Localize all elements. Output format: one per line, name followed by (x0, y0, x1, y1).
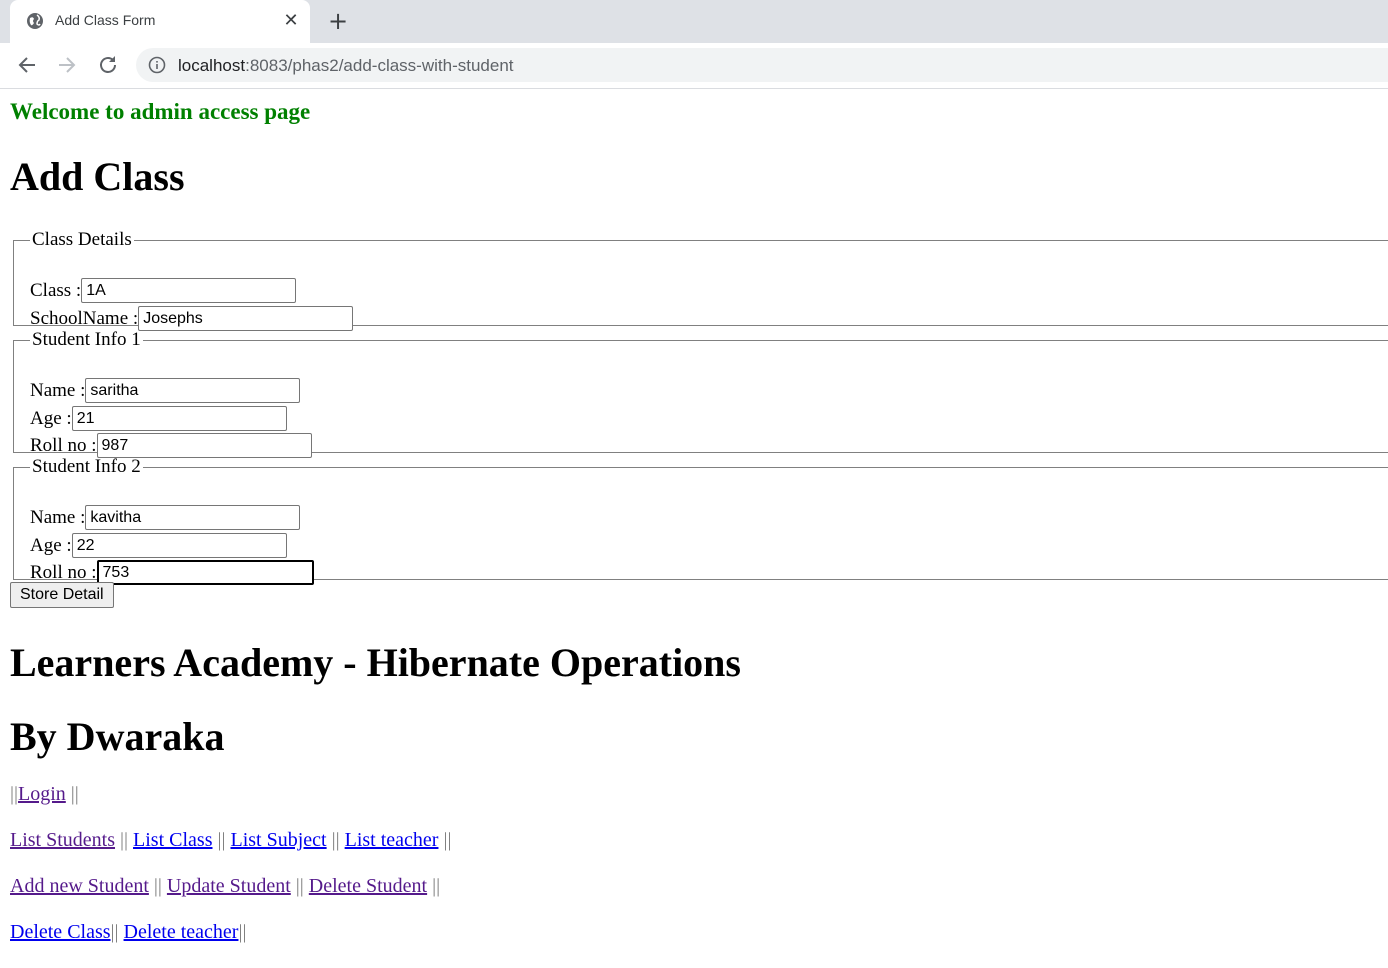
student2-age-row: Age : (30, 533, 287, 558)
student-info-1-fieldset: Student Info 1 Name : Age : Roll no : (13, 329, 1388, 458)
list-subject-link[interactable]: List Subject (231, 829, 327, 851)
page-title: Add Class (10, 154, 185, 199)
student1-name-input[interactable] (85, 378, 301, 403)
student1-age-row: Age : (30, 406, 287, 431)
welcome-message: Welcome to admin access page (10, 99, 311, 124)
nav-separator: || (110, 921, 119, 943)
nav-separator: || (238, 921, 247, 943)
nav-separator: || (432, 875, 441, 897)
tab-strip: Add Class Form ✕ + (0, 0, 1388, 43)
class-label: Class : (30, 279, 82, 301)
delete-teacher-link[interactable]: Delete teacher (124, 921, 239, 943)
student-info-1-legend: Student Info 1 (32, 329, 141, 350)
list-nav: List Students || List Class || List Subj… (10, 829, 451, 852)
nav-separator: || (295, 875, 304, 897)
add-new-student-link[interactable]: Add new Student (10, 875, 149, 897)
nav-separator: || (153, 875, 162, 897)
student2-age-label: Age : (30, 534, 72, 556)
browser-toolbar: localhost:8083/phas2/add-class-with-stud… (0, 43, 1388, 89)
nav-separator: || (120, 829, 129, 851)
nav-separator: || (443, 829, 452, 851)
tab-title: Add Class Form (55, 12, 156, 28)
student2-roll-label: Roll no : (30, 561, 97, 583)
student1-name-row: Name : (30, 378, 301, 403)
student1-roll-input[interactable] (96, 433, 312, 458)
student1-age-input[interactable] (71, 406, 287, 431)
nav-separator: || (217, 829, 226, 851)
url-host: localhost (178, 56, 246, 75)
nav-separator: || (70, 783, 79, 805)
class-details-fieldset: Class Details Class : SchoolName : (13, 229, 1388, 331)
delete-student-link[interactable]: Delete Student (309, 875, 427, 897)
student2-name-input[interactable] (85, 505, 301, 530)
list-teacher-link[interactable]: List teacher (345, 829, 439, 851)
academy-title: Learners Academy - Hibernate Operations (10, 640, 741, 685)
url-text: localhost:8083/phas2/add-class-with-stud… (178, 56, 514, 76)
school-row: SchoolName : (30, 306, 354, 331)
class-row: Class : (30, 278, 297, 303)
update-student-link[interactable]: Update Student (167, 875, 291, 897)
student1-roll-row: Roll no : (30, 433, 312, 458)
nav-separator: || (10, 783, 19, 805)
login-nav: ||Login || (10, 783, 79, 806)
globe-icon (27, 13, 43, 29)
browser-tab[interactable]: Add Class Form ✕ (10, 0, 310, 43)
school-name-input[interactable] (138, 306, 354, 331)
delete-nav: Delete Class|| Delete teacher|| (10, 921, 246, 944)
close-icon[interactable]: ✕ (281, 11, 301, 31)
list-students-link[interactable]: List Students (10, 829, 115, 851)
author-title: By Dwaraka (10, 714, 225, 759)
student2-age-input[interactable] (71, 533, 287, 558)
forward-icon[interactable] (55, 53, 79, 77)
info-icon[interactable] (148, 56, 166, 74)
student2-roll-input[interactable] (96, 560, 314, 585)
list-class-link[interactable]: List Class (133, 829, 212, 851)
student2-name-row: Name : (30, 505, 301, 530)
student-info-2-fieldset: Student Info 2 Name : Age : Roll no : (13, 456, 1388, 585)
student1-name-label: Name : (30, 379, 86, 401)
reload-icon[interactable] (96, 53, 120, 77)
class-details-legend: Class Details (32, 229, 132, 250)
back-icon[interactable] (15, 53, 39, 77)
student-nav: Add new Student || Update Student || Del… (10, 875, 440, 898)
student2-name-label: Name : (30, 506, 86, 528)
url-path: :8083/phas2/add-class-with-student (245, 56, 514, 75)
student-info-2-legend: Student Info 2 (32, 456, 141, 477)
class-input[interactable] (81, 278, 297, 303)
address-bar[interactable]: localhost:8083/phas2/add-class-with-stud… (136, 48, 1388, 82)
student1-roll-label: Roll no : (30, 434, 97, 456)
student1-age-label: Age : (30, 407, 72, 429)
school-name-label: SchoolName : (30, 307, 139, 329)
nav-separator: || (331, 829, 340, 851)
login-link[interactable]: Login (18, 783, 66, 805)
store-detail-button[interactable]: Store Detail (10, 582, 114, 608)
delete-class-link[interactable]: Delete Class (10, 921, 111, 943)
new-tab-icon[interactable]: + (326, 9, 350, 33)
